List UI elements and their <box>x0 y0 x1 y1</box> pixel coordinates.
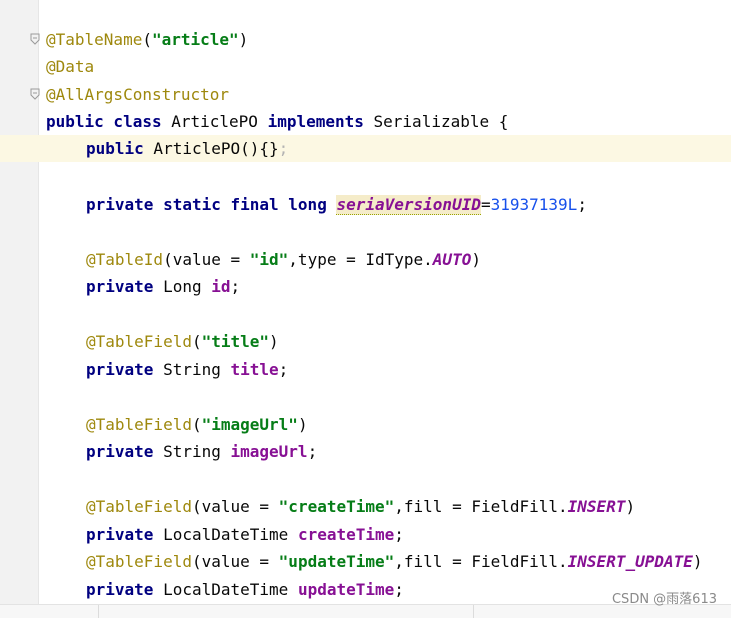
enum-constant: INSERT <box>567 497 626 516</box>
punct: ) <box>269 332 279 351</box>
keyword: private <box>86 442 154 461</box>
type-name: String <box>153 360 231 379</box>
code-line-11[interactable]: @TableField("imageUrl") <box>86 411 308 438</box>
class-name: ArticlePO <box>161 112 268 131</box>
punct: ( <box>191 332 202 351</box>
static-field[interactable]: seriaVersionUID <box>336 195 481 215</box>
annotation: @AllArgsConstructor <box>46 85 230 104</box>
number-literal: 31937139L <box>490 195 578 214</box>
annotation: @TableField <box>86 552 192 571</box>
keyword: private <box>86 525 154 544</box>
punct: ; <box>577 195 587 214</box>
watermark: CSDN @雨落613 <box>611 592 717 607</box>
punct: ( <box>191 415 202 434</box>
code-text: ,type = IdType. <box>288 250 433 269</box>
code-line-4[interactable]: public class ArticlePO implements Serial… <box>46 108 508 135</box>
type-name: String <box>153 442 231 461</box>
type-name: LocalDateTime <box>153 580 298 599</box>
enum-constant: INSERT_UPDATE <box>567 552 693 571</box>
scrollbar-segment <box>99 605 474 618</box>
field-name: updateTime <box>297 580 395 599</box>
code-text: ,fill = FieldFill. <box>394 552 568 571</box>
keyword: implements <box>267 112 364 131</box>
punct: ) <box>471 250 481 269</box>
code-line-7[interactable]: @TableId(value = "id",type = IdType.AUTO… <box>86 246 481 273</box>
enum-constant: AUTO <box>432 250 472 269</box>
annotation: @Data <box>46 57 95 76</box>
fold-minus-icon[interactable] <box>30 33 40 45</box>
annotation: @TableName <box>46 30 143 49</box>
annotation: @TableField <box>86 497 192 516</box>
string-literal: "updateTime" <box>278 552 395 571</box>
code-text: (value = <box>191 497 279 516</box>
type-name: LocalDateTime <box>153 525 298 544</box>
code-line-1[interactable]: @TableName("article") <box>46 26 248 53</box>
code-text: (value = <box>191 552 279 571</box>
code-line-3[interactable]: @AllArgsConstructor <box>46 81 229 108</box>
punct: ; <box>307 442 318 461</box>
code-line-15[interactable]: @TableField(value = "updateTime",fill = … <box>86 548 703 575</box>
field-name: createTime <box>297 525 395 544</box>
keyword: public class <box>46 112 162 131</box>
code-line-10[interactable]: private String title; <box>86 356 288 383</box>
fold-minus-icon[interactable] <box>30 88 40 100</box>
string-literal: "createTime" <box>278 497 395 516</box>
punct: ) <box>625 497 636 516</box>
code-line-2[interactable]: @Data <box>46 53 94 80</box>
code-line-13[interactable]: @TableField(value = "createTime",fill = … <box>86 493 635 520</box>
field-name: imageUrl <box>230 442 308 461</box>
keyword: private static final long <box>86 195 327 214</box>
code-line-16[interactable]: private LocalDateTime updateTime; <box>86 576 404 603</box>
code-line-12[interactable]: private String imageUrl; <box>86 438 317 465</box>
punct: ) <box>692 552 703 571</box>
code-line-14[interactable]: private LocalDateTime createTime; <box>86 521 404 548</box>
keyword: public <box>86 139 144 158</box>
code-text: Serializable { <box>363 112 509 131</box>
string-literal: "imageUrl" <box>201 415 298 434</box>
type-name: Long <box>153 277 212 296</box>
scrollbar-segment <box>0 605 99 618</box>
punct: ; <box>394 580 404 599</box>
string-literal: "title" <box>201 332 270 351</box>
field-name: title <box>230 360 279 379</box>
punct: ; <box>278 360 289 379</box>
string-literal: "article" <box>151 30 239 49</box>
annotation: @TableField <box>86 415 192 434</box>
annotation: @TableField <box>86 332 192 351</box>
code-text: ,fill = FieldFill. <box>394 497 568 516</box>
punct: ; <box>394 525 404 544</box>
punct: ; <box>230 277 241 296</box>
code-text: (value = <box>163 250 250 269</box>
punct: ( <box>142 30 152 49</box>
code-line-6[interactable]: private static final long seriaVersionUI… <box>86 191 587 218</box>
punct: ; <box>278 139 289 158</box>
annotation: @TableId <box>86 250 164 269</box>
keyword: private <box>86 277 154 296</box>
keyword: private <box>86 580 154 599</box>
code-line-5[interactable]: public ArticlePO(){}; <box>86 135 288 162</box>
string-literal: "id" <box>249 250 289 269</box>
code-text: ArticlePO(){} <box>143 139 279 158</box>
field-name: id <box>211 277 231 296</box>
punct: ) <box>238 30 249 49</box>
code-line-9[interactable]: @TableField("title") <box>86 328 279 355</box>
punct: ) <box>297 415 308 434</box>
keyword: private <box>86 360 154 379</box>
code-line-8[interactable]: private Long id; <box>86 273 240 300</box>
punct: = <box>480 195 491 214</box>
